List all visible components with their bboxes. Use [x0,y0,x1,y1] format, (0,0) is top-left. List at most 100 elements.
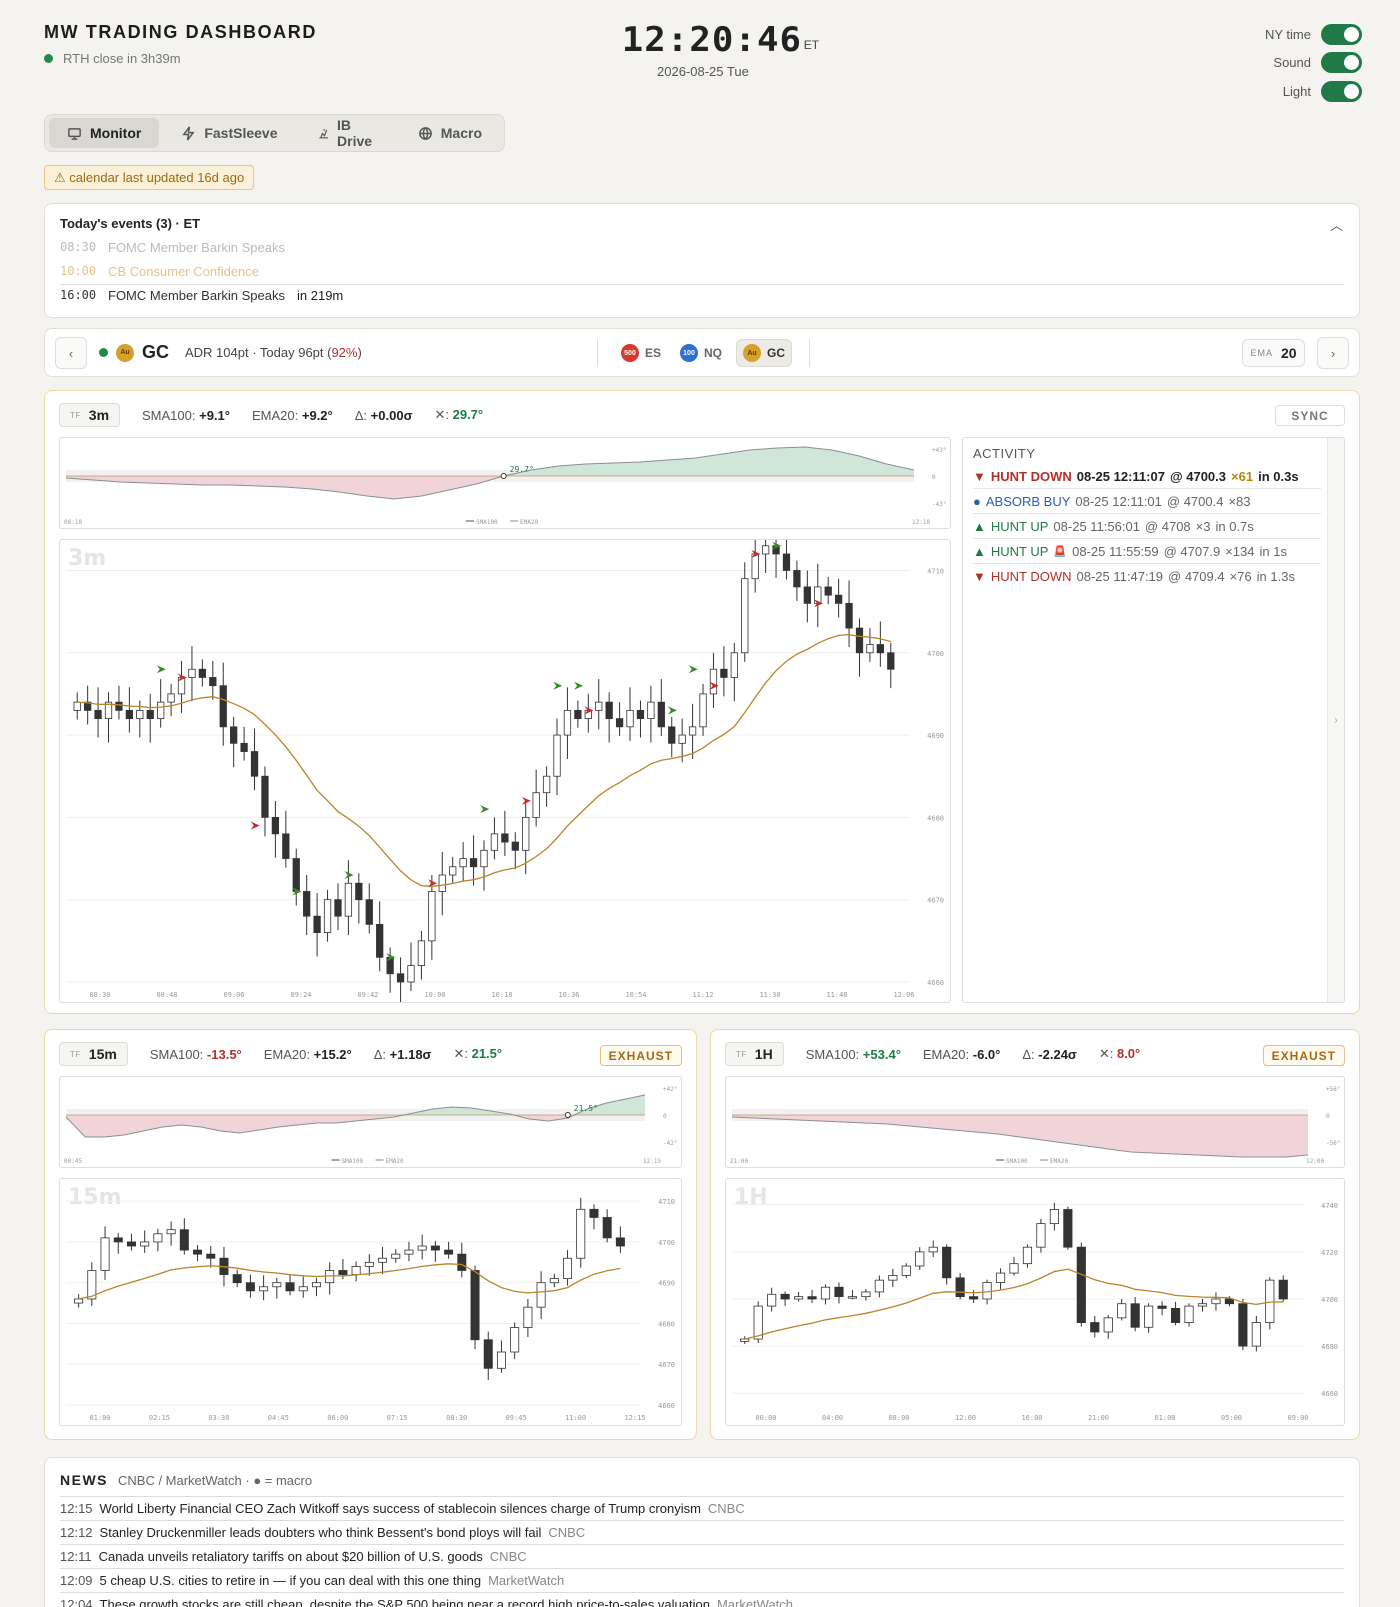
sync-button[interactable]: SYNC [1275,405,1345,426]
y-tick-label: 4690 [658,1280,675,1288]
tab-macro[interactable]: Macro [400,118,500,148]
triangle-down-icon: ▼ [973,569,986,584]
toggle-ny-time-label: NY time [1265,27,1311,42]
ema-value: +15.2° [313,1046,352,1062]
triangle-up-icon: ▲ [973,518,986,534]
symbol-divider [597,339,598,367]
cross-marker [564,1112,571,1118]
candle-body [741,578,749,654]
news-item[interactable]: 12:09 5 cheap U.S. cities to retire in —… [60,1568,1344,1592]
candle-body [376,923,384,958]
activity-item[interactable]: ● ABSORB BUY 08-25 12:11:01 @ 4700.4 ×83 [973,489,1321,514]
activity-item[interactable]: ▲ HUNT UP 08-25 11:56:01 @ 4708 ×3 in 0.… [973,514,1321,539]
candle-body [955,1277,965,1298]
candle-body [407,965,415,983]
timeframe-selector[interactable]: TF 3m [59,403,121,427]
y-tick-label: 4710 [927,567,944,575]
candle-body [146,709,154,720]
candle-body [198,668,207,678]
tab-fastsleeve[interactable]: FastSleeve [163,118,295,148]
candle-body [511,841,519,851]
exhaust-badge: EXHAUST [1262,1045,1345,1066]
news-item[interactable]: 12:04 These growth stocks are still chea… [60,1592,1344,1607]
activity-type: HUNT DOWN [990,569,1072,584]
activity-type: HUNT DOWN [990,468,1072,484]
next-symbol-button[interactable]: › [1317,337,1349,369]
candle-body [794,1296,804,1300]
activity-item[interactable]: ▼ HUNT DOWN 08-25 11:47:19 @ 4709.4 ×76 … [973,564,1321,589]
triangle-down-icon: ▼ [973,468,986,484]
candle-body [1251,1322,1261,1347]
symbol-status-dot [99,348,108,357]
session-status: RTH close in 3h39m [44,51,181,66]
osc-x-label: 12:15 [643,1158,661,1165]
news-sources: CNBC / MarketWatch · ● = macro [118,1472,313,1488]
x-tick-label: 09:45 [506,1414,527,1422]
sma-stat: SMA100: -13.5° [150,1047,242,1062]
y-tick-label: 4680 [658,1320,675,1328]
toggle-light[interactable] [1321,81,1362,102]
x-tick-label: 08:00 [888,1414,909,1422]
candle-body [271,816,280,835]
siren-icon: 🚨 [1053,545,1068,558]
candle-body [125,709,134,720]
osc-tick-label: +43° [932,447,946,454]
tab-monitor[interactable]: Monitor [49,118,160,148]
sma-value: +53.4° [862,1046,901,1062]
osc-tick-label: 0 [663,1113,667,1120]
y-tick-label: 4690 [927,732,944,740]
activity-size: ×83 [1228,493,1251,509]
event-name: CB Consumer Confidence [108,264,260,279]
prev-symbol-button[interactable]: ‹ [55,337,87,369]
ema-length-input[interactable]: EMA 20 [1242,339,1305,367]
candle-body [1063,1209,1073,1248]
candle-body [480,849,488,868]
timeframe-selector[interactable]: TF 1H [725,1042,784,1066]
x-tick-label: 11:48 [826,991,847,999]
candle-body [780,1293,790,1300]
chart-panel-1h: TF 1H SMA100: +53.4° EMA20: -6.0° Δ: -2.2… [710,1029,1360,1440]
news-item[interactable]: 12:15 World Liberty Financial CEO Zach W… [60,1496,1344,1520]
timeframe-selector[interactable]: TF 15m [59,1042,128,1066]
candle-body [1278,1279,1288,1300]
news-item[interactable]: 12:12 Stanley Druckenmiller leads doubte… [60,1520,1344,1544]
delta-stat: Δ: +0.00σ [355,408,413,423]
candle-body [761,545,770,555]
candle-body [866,644,874,654]
candle-body [1238,1303,1248,1347]
news-item[interactable]: 12:11 Canada unveils retaliatory tariffs… [60,1544,1344,1568]
y-tick-label: 4720 [1321,1249,1338,1257]
candle-body [351,1265,361,1275]
candle-body [876,644,884,654]
candle-body [730,652,738,678]
tab-ib-drive[interactable]: IB Drive [300,117,396,149]
toggle-light-row: Light [1283,81,1362,102]
activity-type: ABSORB BUY [985,493,1071,509]
activity-item[interactable]: ▲ HUNT UP 🚨 08-25 11:55:59 @ 4707.9 ×134… [973,539,1321,564]
calendar-warning-text: ⚠ calendar last updated 16d ago [54,169,245,185]
symbol-chip-gc[interactable]: Au GC [736,339,792,367]
x-tick-label: 05:00 [1221,1414,1242,1422]
activity-title: ACTIVITY [973,446,1036,461]
activity-item[interactable]: ▼ HUNT DOWN 08-25 12:11:07 @ 4700.3 ×61 … [973,464,1321,489]
symbol-chip-es[interactable]: 500 ES [615,339,667,367]
toggle-sound[interactable] [1321,52,1362,73]
chevron-up-icon[interactable]: ︿ [1330,215,1343,234]
news-headline: Canada unveils retaliatory tariffs on ab… [98,1549,483,1564]
cross-label: ✕: [453,1046,468,1061]
chart-panel-15m: TF 15m SMA100: -13.5° EMA20: +15.2° Δ: +1… [44,1029,697,1440]
activity-expand-handle[interactable]: › [1327,438,1344,1002]
candle-body [457,1253,467,1271]
active-symbol: Au GC ADR 104pt · Today 96pt (92%) [99,342,362,363]
candle-body [73,701,81,711]
activity-panel: ACTIVITY ▼ HUNT DOWN 08-25 12:11:07 @ 47… [962,437,1345,1003]
events-divider [60,284,1344,285]
symbol-chip-nq[interactable]: 100 NQ [674,339,728,367]
news-headline: 5 cheap U.S. cities to retire in — if yo… [99,1573,482,1588]
candle-body [365,899,373,925]
cross-value: 29.7° [452,407,484,422]
sma-label: SMA100: [142,407,196,423]
toggle-ny-time[interactable] [1321,24,1362,45]
x-tick-label: 11:12 [692,991,713,999]
candle-body [285,1282,295,1292]
